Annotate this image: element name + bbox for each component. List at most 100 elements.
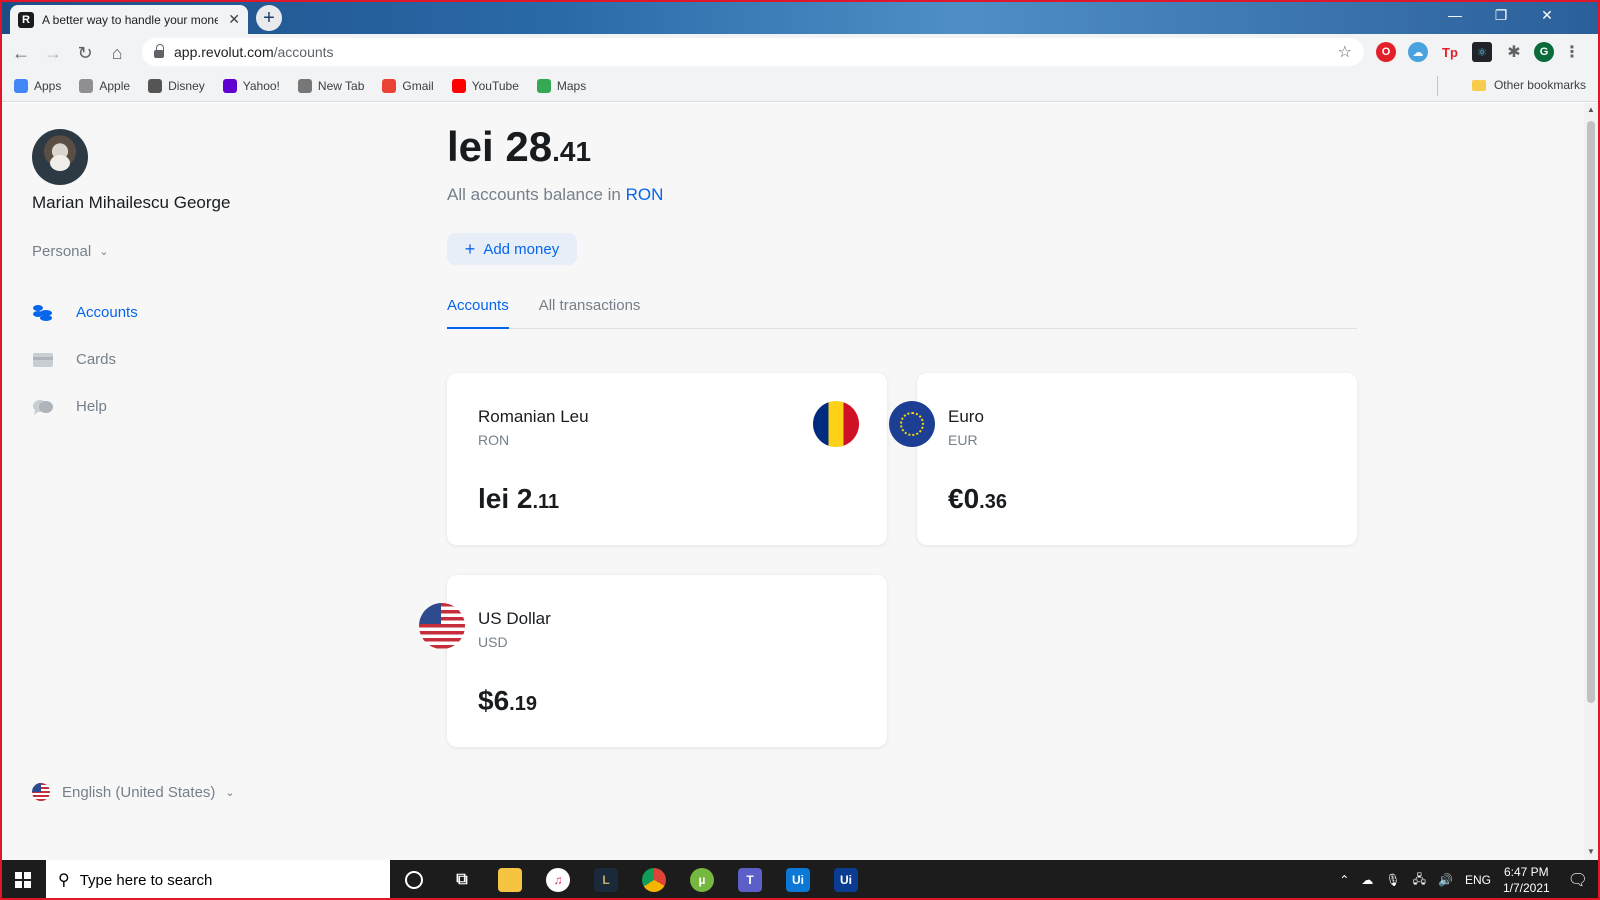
sidebar-item-label: Cards xyxy=(76,351,117,368)
browser-tab[interactable]: R A better way to handle your money ✕ xyxy=(10,5,248,34)
avatar[interactable] xyxy=(32,129,88,185)
forward-arrow-icon[interactable]: → xyxy=(40,40,66,66)
bookmark-apple[interactable]: Apple xyxy=(79,78,131,93)
other-bookmarks[interactable]: Other bookmarks xyxy=(1471,78,1586,92)
bookmark-apps[interactable]: Apps xyxy=(14,78,62,93)
language-label: English (United States) xyxy=(62,783,216,801)
youtube-icon xyxy=(451,78,466,93)
opera-extension-icon[interactable]: O xyxy=(1376,42,1396,62)
account-code: EUR xyxy=(948,432,978,448)
new-tab-button[interactable]: + xyxy=(256,5,282,31)
balance-subtitle: All accounts balance in RON xyxy=(447,185,663,205)
chat-bubbles-icon xyxy=(32,398,54,416)
close-tab-icon[interactable]: ✕ xyxy=(228,11,240,28)
bookmark-label: Apps xyxy=(34,78,62,93)
task-view-icon[interactable]: ⧉ xyxy=(438,860,486,900)
profile-switcher[interactable]: Personal ⌄ xyxy=(32,243,108,260)
minimize-icon[interactable]: — xyxy=(1432,0,1478,30)
microphone-icon[interactable]: 🎙 xyxy=(1385,873,1400,887)
bookmark-new-tab[interactable]: New Tab xyxy=(297,78,365,93)
start-button[interactable] xyxy=(0,860,46,900)
cortana-icon[interactable] xyxy=(390,860,438,900)
profile-type: Personal xyxy=(32,243,92,260)
sidebar-item-accounts[interactable]: Accounts xyxy=(32,289,138,336)
react-devtools-icon[interactable]: ⚛ xyxy=(1472,42,1492,62)
utorrent-icon[interactable]: µ xyxy=(678,860,726,900)
league-icon[interactable]: L xyxy=(582,860,630,900)
bookmarks-separator xyxy=(1437,76,1438,96)
browser-toolbar: ← → ↻ ⌂ app.revolut.com/accounts ☆ O ☁ T… xyxy=(0,34,1600,70)
tab-all-transactions[interactable]: All transactions xyxy=(539,293,641,329)
profile-avatar-icon[interactable]: G xyxy=(1534,42,1554,62)
language-selector[interactable]: English (United States) ⌄ xyxy=(32,783,235,801)
bookmark-label: Apple xyxy=(99,78,131,93)
close-window-icon[interactable]: ✕ xyxy=(1524,0,1570,30)
user-name: Marian Mihailescu George xyxy=(32,193,231,212)
bookmark-maps[interactable]: Maps xyxy=(536,78,586,93)
notifications-icon[interactable]: 🗨 xyxy=(1568,870,1588,890)
uipath-studio-icon[interactable]: Ui xyxy=(822,860,870,900)
us-flag-icon xyxy=(419,603,465,649)
address-bar[interactable]: app.revolut.com/accounts ☆ xyxy=(142,38,1364,66)
tp-extension-icon[interactable]: Tp xyxy=(1440,42,1460,62)
network-icon[interactable]: 🖧 xyxy=(1413,870,1426,891)
bookmark-disney[interactable]: Disney xyxy=(148,78,205,93)
uipath-icon[interactable]: Ui xyxy=(774,860,822,900)
bookmark-yahoo-[interactable]: Yahoo! xyxy=(222,78,280,93)
bookmark-label: New Tab xyxy=(317,78,365,93)
account-name: Euro xyxy=(948,407,984,426)
volume-icon[interactable]: 🔊 xyxy=(1438,873,1453,887)
menu-kebab-icon[interactable]: ⋮ xyxy=(1562,42,1582,62)
url-text: app.revolut.com/accounts xyxy=(174,44,334,60)
tab-accounts[interactable]: Accounts xyxy=(447,293,509,329)
itunes-icon[interactable]: ♫ xyxy=(534,860,582,900)
restore-icon[interactable]: ❐ xyxy=(1478,0,1524,30)
sidebar-item-label: Accounts xyxy=(76,304,138,321)
total-balance: lei 28.41 xyxy=(447,123,591,171)
chevron-down-icon: ⌄ xyxy=(225,786,235,799)
sidebar-item-label: Help xyxy=(76,398,107,415)
bookmark-star-icon[interactable]: ☆ xyxy=(1338,42,1352,62)
account-code: USD xyxy=(478,634,508,650)
sidebar-item-cards[interactable]: Cards xyxy=(32,336,138,383)
bookmark-gmail[interactable]: Gmail xyxy=(382,78,434,93)
system-tray: ⌃ ☁ 🎙 🖧 🔊 ENG 6:47 PM 1/7/2021 🗨 xyxy=(1339,860,1600,900)
account-card-ron[interactable]: Romanian Leu RON lei 2.11 xyxy=(447,373,887,545)
taskbar-search[interactable]: ⚲ Type here to search xyxy=(46,860,390,900)
file-explorer-icon[interactable] xyxy=(486,860,534,900)
balance-int: 28 xyxy=(505,123,553,170)
reload-icon[interactable]: ↻ xyxy=(72,40,98,66)
chrome-icon[interactable] xyxy=(630,860,678,900)
extensions-puzzle-icon[interactable]: ✱ xyxy=(1504,42,1524,62)
clock-time: 6:47 PM xyxy=(1503,865,1549,879)
scroll-thumb[interactable] xyxy=(1587,121,1595,703)
page-scrollbar[interactable]: ▲ ▼ xyxy=(1584,103,1598,860)
teams-icon[interactable]: T xyxy=(726,860,774,900)
input-language[interactable]: ENG xyxy=(1465,873,1491,887)
cloud-extension-icon[interactable]: ☁ xyxy=(1408,42,1428,62)
scroll-down-icon[interactable]: ▼ xyxy=(1587,847,1595,856)
account-card-eur[interactable]: Euro EUR €0.36 xyxy=(889,373,1357,545)
home-icon[interactable]: ⌂ xyxy=(104,40,130,66)
add-money-button[interactable]: + Add money xyxy=(447,233,577,265)
back-arrow-icon[interactable]: ← xyxy=(8,40,34,66)
bookmark-youtube[interactable]: YouTube xyxy=(451,78,519,93)
search-icon: ⚲ xyxy=(58,872,70,889)
account-card-usd[interactable]: US Dollar USD $6.19 xyxy=(419,575,887,747)
onedrive-icon[interactable]: ☁ xyxy=(1361,873,1373,887)
tray-expand-icon[interactable]: ⌃ xyxy=(1339,873,1349,887)
account-code: RON xyxy=(478,432,510,448)
sidebar-item-help[interactable]: Help xyxy=(32,383,138,430)
subtitle-currency-link[interactable]: RON xyxy=(626,185,664,204)
windows-taskbar: ⚲ Type here to search ⧉ ♫ L µ T Ui Ui ⌃ … xyxy=(0,860,1600,900)
bookmark-label: Gmail xyxy=(402,78,434,93)
romania-flag-icon xyxy=(813,401,859,447)
clock[interactable]: 6:47 PM 1/7/2021 xyxy=(1503,864,1550,896)
folder-icon xyxy=(1471,79,1486,91)
page-tabs: Accounts All transactions xyxy=(447,293,1357,329)
card-icon xyxy=(32,351,54,369)
scroll-up-icon[interactable]: ▲ xyxy=(1587,105,1595,114)
apps-grid-icon xyxy=(14,78,28,93)
bookmark-label: Disney xyxy=(168,78,205,93)
clock-date: 1/7/2021 xyxy=(1502,881,1550,895)
